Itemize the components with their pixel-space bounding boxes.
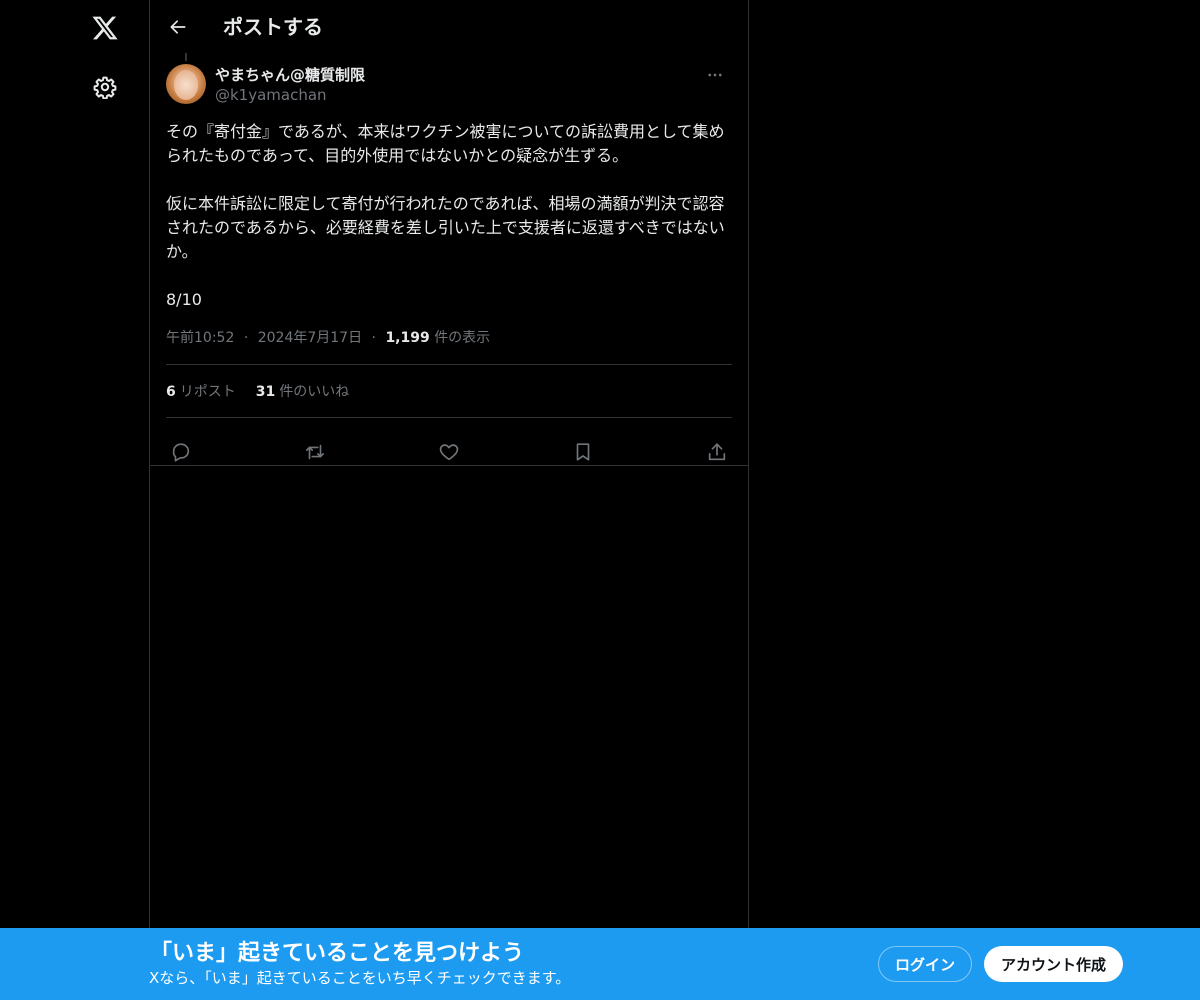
repost-icon	[305, 444, 325, 460]
post-date[interactable]: 2024年7月17日	[258, 330, 362, 346]
meta-separator: ·	[371, 330, 376, 346]
post-meta: 午前10:52 · 2024年7月17日 · 1,199 件の表示	[166, 328, 490, 348]
repost-button[interactable]	[298, 435, 332, 469]
likes-label: 件のいいね	[279, 384, 350, 400]
bookmark-button[interactable]	[566, 435, 600, 469]
signup-button[interactable]: アカウント作成	[984, 946, 1123, 982]
back-button[interactable]	[160, 9, 196, 45]
x-logo-button[interactable]	[75, 0, 135, 56]
login-button[interactable]: ログイン	[878, 946, 972, 982]
like-button[interactable]	[432, 435, 466, 469]
heart-icon	[439, 444, 459, 461]
post-bottom-border	[150, 465, 748, 466]
main-column: ポストする やまちゃん@糖質制限 @k1yamachan その『寄付金』であるが…	[149, 0, 749, 928]
signup-banner: 「いま」起きていることを見つけよう Xなら、「いま」起きていることをいち早くチェ…	[0, 928, 1200, 1000]
post-stats: 6 リポスト 31 件のいいね	[166, 382, 349, 402]
likes-count: 31	[255, 384, 276, 400]
author-name[interactable]: やまちゃん@糖質制限	[215, 65, 365, 85]
avatar-face	[174, 70, 198, 100]
share-icon	[708, 443, 726, 461]
left-nav	[75, 0, 135, 928]
reposts-label: リポスト	[179, 384, 236, 400]
page-title: ポストする	[223, 15, 323, 39]
views-count: 1,199	[385, 330, 430, 346]
post-actions	[166, 426, 732, 474]
banner-subtitle: Xなら、「いま」起きていることをいち早くチェックできます。	[149, 969, 571, 987]
views-label: 件の表示	[434, 330, 491, 346]
reply-icon	[172, 443, 190, 462]
more-button[interactable]	[698, 60, 732, 90]
more-horizontal-icon	[708, 73, 722, 77]
reposts-stat[interactable]: 6 リポスト	[166, 382, 236, 402]
settings-button[interactable]	[75, 59, 135, 115]
post-author: やまちゃん@糖質制限 @k1yamachan	[215, 65, 365, 105]
bookmark-icon	[576, 443, 590, 461]
divider	[166, 364, 732, 365]
reply-button[interactable]	[164, 435, 198, 469]
meta-separator: ·	[243, 330, 249, 346]
x-logo-icon	[92, 16, 118, 40]
banner-title: 「いま」起きていることを見つけよう	[150, 941, 525, 966]
author-handle[interactable]: @k1yamachan	[215, 85, 365, 105]
reposts-count: 6	[166, 384, 176, 400]
page-header: ポストする	[150, 0, 748, 53]
divider	[166, 417, 732, 418]
gear-icon	[93, 76, 117, 99]
avatar[interactable]	[166, 64, 206, 104]
share-button[interactable]	[700, 435, 734, 469]
likes-stat[interactable]: 31 件のいいね	[256, 382, 349, 402]
thread-connector-line	[185, 53, 187, 61]
arrow-left-icon	[170, 20, 186, 34]
post-time[interactable]: 午前10:52	[166, 330, 234, 346]
post-text: その『寄付金』であるが、本来はワクチン被害についての訴訟費用として集められたもの…	[166, 122, 725, 309]
